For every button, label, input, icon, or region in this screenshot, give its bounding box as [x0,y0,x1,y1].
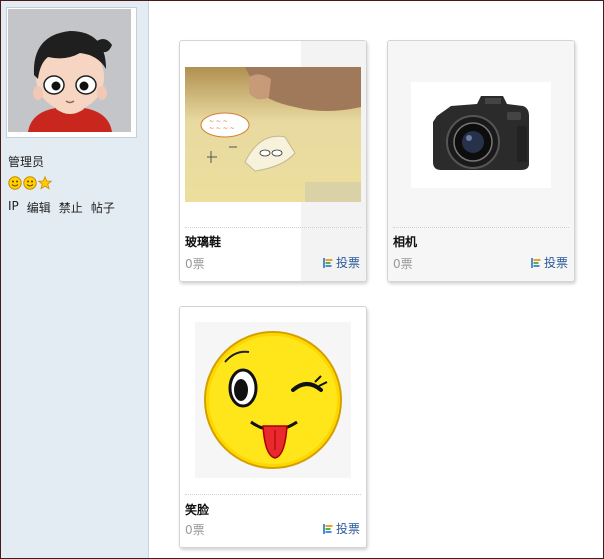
avatar-image [8,9,131,132]
smile-icon [8,176,22,193]
svg-text:~ ~ ~ ~: ~ ~ ~ ~ [209,125,235,132]
vote-button[interactable]: 投票 [322,254,360,271]
vote-count: 0票 [393,257,413,271]
vote-button[interactable]: 投票 [322,520,360,537]
entry-image[interactable]: ~ ~ ~ ~ ~ ~ ~ [185,67,361,202]
entry-title[interactable]: 玻璃鞋 [185,233,221,250]
poll-entry-card: ~ ~ ~ ~ ~ ~ ~ 玻璃鞋 0票 投票 [179,40,367,282]
vote-button[interactable]: 投票 [530,254,568,271]
vote-chart-icon [322,523,334,535]
entry-image[interactable] [195,322,351,478]
vote-count: 0票 [185,257,205,271]
vote-label: 投票 [335,522,360,536]
vote-chart-icon [530,257,542,269]
ban-link[interactable]: 禁止 [59,199,83,216]
ip-link[interactable]: IP [8,199,19,216]
poll-entry-card: 笑脸 0票 投票 [179,306,367,548]
posts-link[interactable]: 帖子 [91,199,115,216]
user-sidebar: 管理员 IP 编辑 禁止 帖子 [1,1,149,558]
edit-link[interactable]: 编辑 [27,199,51,216]
entry-image[interactable] [411,82,551,188]
entry-title[interactable]: 笑脸 [185,501,209,518]
avatar[interactable] [6,7,137,138]
entry-title[interactable]: 相机 [393,233,417,250]
star-icon [37,175,53,193]
username[interactable]: 管理员 [8,153,44,170]
poll-entry-card: 相机 0票 投票 [387,40,575,282]
svg-text:~ ~ ~: ~ ~ ~ [209,118,228,125]
vote-count: 0票 [185,523,205,537]
vote-chart-icon [322,257,334,269]
admin-links: IP 编辑 禁止 帖子 [8,199,115,216]
rank-icons [8,175,53,193]
vote-label: 投票 [543,256,568,270]
vote-label: 投票 [335,256,360,270]
smile-icon [23,176,37,193]
